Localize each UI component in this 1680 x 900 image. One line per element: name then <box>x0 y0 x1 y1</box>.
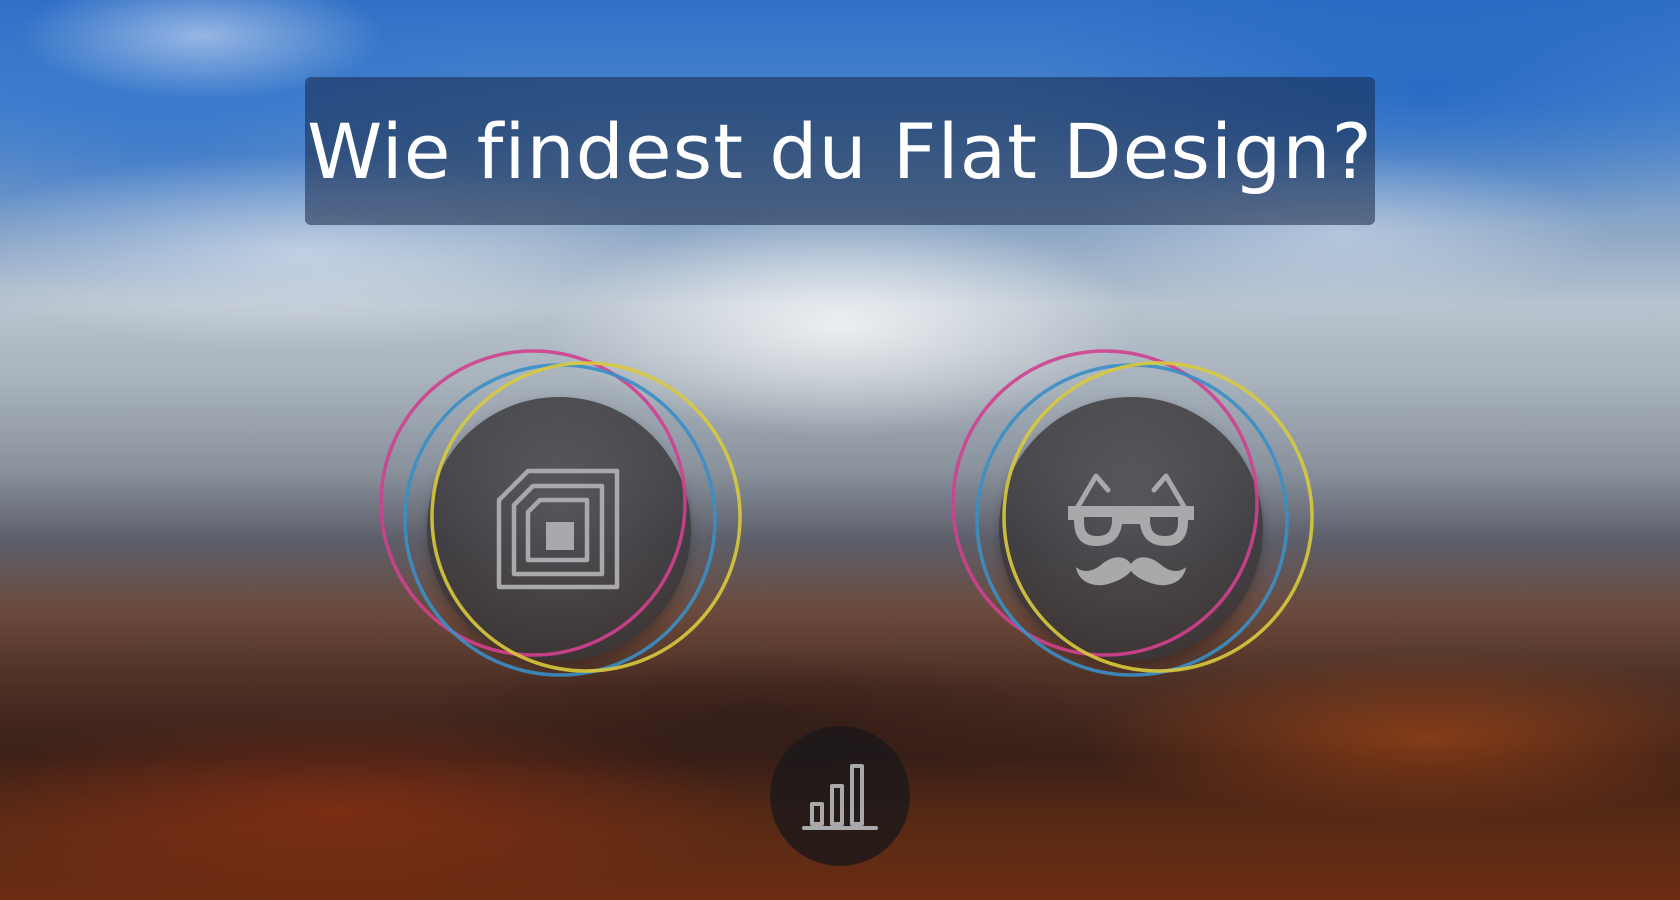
hipster-glasses-mustache-icon <box>1068 473 1194 586</box>
question-banner: Wie findest du Flat Design? <box>305 77 1375 225</box>
bar-chart-icon <box>802 764 878 830</box>
results-button[interactable] <box>770 726 910 866</box>
nfc-chip-icon <box>496 468 620 590</box>
vote-option-right[interactable] <box>942 340 1314 700</box>
question-title: Wie findest du Flat Design? <box>307 106 1373 196</box>
vote-option-left[interactable] <box>370 340 742 700</box>
